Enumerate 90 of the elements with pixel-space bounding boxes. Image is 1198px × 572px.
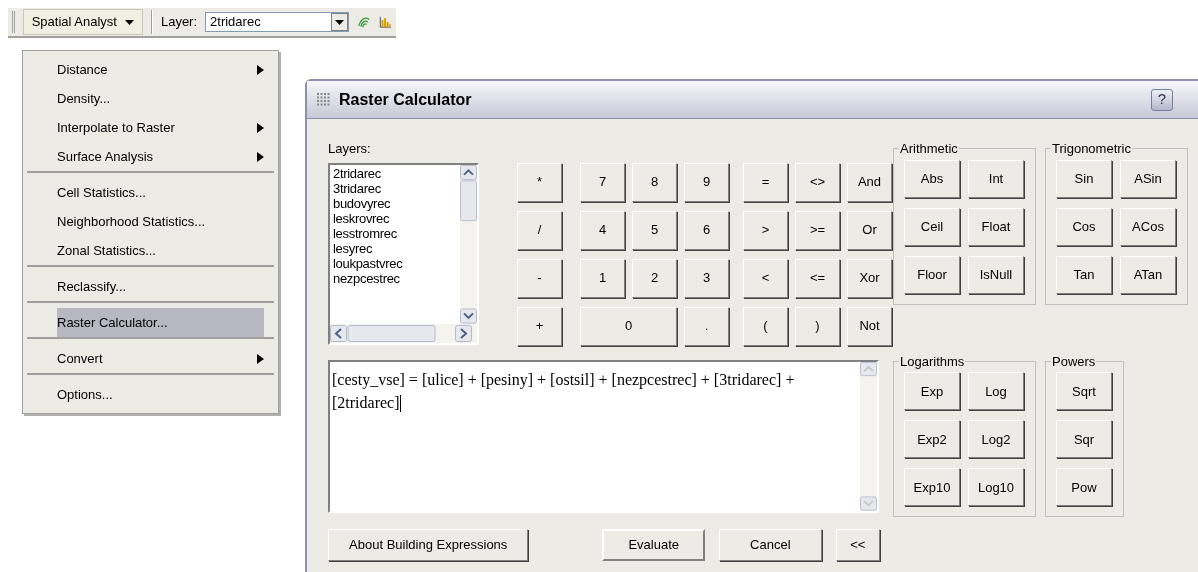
scrollbar[interactable]: [860, 361, 877, 511]
expression-field[interactable]: [cesty_vse] = [ulice] + [pesiny] + [ostsil] + [nezpcestrec] + [3tridarec] + [2tridarec]: [328, 359, 879, 513]
function-button[interactable]: Exp10: [904, 468, 960, 507]
submenu-arrow-icon: [257, 122, 264, 133]
function-button[interactable]: Pow: [1056, 468, 1112, 507]
keypad-button[interactable]: +: [517, 306, 562, 346]
function-button[interactable]: Log10: [968, 468, 1024, 507]
keypad-button[interactable]: 2: [632, 258, 677, 298]
keypad-button[interactable]: >=: [795, 210, 840, 250]
keypad-button[interactable]: <=: [795, 258, 840, 298]
submenu-arrow-icon: [257, 151, 264, 162]
function-button[interactable]: Cos: [1056, 207, 1112, 246]
function-button[interactable]: Sin: [1056, 159, 1112, 198]
keypad-button[interactable]: Xor: [847, 258, 892, 298]
keypad-button[interactable]: 8: [632, 162, 677, 202]
layer-list-item[interactable]: leskrovrec: [333, 210, 460, 226]
menu-item[interactable]: Distance: [27, 55, 274, 84]
layer-list-item[interactable]: 3tridarec: [333, 180, 460, 196]
scrollbar[interactable]: [460, 164, 477, 324]
keypad-button[interactable]: Not: [847, 306, 892, 346]
keypad-button[interactable]: <>: [795, 162, 840, 202]
layers-label: Layers:: [328, 140, 372, 158]
function-button[interactable]: Ceil: [904, 207, 960, 246]
keypad-button[interactable]: (: [743, 306, 788, 346]
submenu-arrow-icon: [257, 353, 264, 364]
layer-list-item[interactable]: nezpcestrec: [333, 270, 460, 286]
function-button[interactable]: Abs: [904, 159, 960, 198]
keypad-button[interactable]: 9: [684, 162, 729, 202]
keypad-button[interactable]: 1: [580, 258, 625, 298]
layer-dropdown[interactable]: 2tridarec: [205, 12, 350, 32]
dialog-button[interactable]: About Building Expressions: [328, 528, 529, 561]
horizontal-scrollbar[interactable]: [330, 323, 477, 343]
menu-item[interactable]: Raster Calculator...: [27, 301, 274, 337]
keypad-button[interactable]: <: [743, 258, 788, 298]
function-button[interactable]: Sqr: [1056, 420, 1112, 459]
help-button[interactable]: ?: [1151, 88, 1173, 111]
layer-label: Layer:: [160, 13, 198, 32]
menu-item[interactable]: Surface Analysis: [27, 142, 274, 171]
menu-item[interactable]: Convert: [27, 337, 274, 373]
keypad-button[interactable]: =: [743, 162, 788, 202]
function-button[interactable]: ATan: [1120, 255, 1176, 294]
keypad-button[interactable]: 7: [580, 162, 625, 202]
keypad-button[interactable]: 3: [684, 258, 729, 298]
keypad-button[interactable]: And: [847, 162, 892, 202]
keypad-button[interactable]: 0: [580, 306, 677, 346]
layer-list-item[interactable]: 2tridarec: [333, 165, 460, 181]
function-button[interactable]: IsNull: [968, 255, 1024, 294]
window-title: Raster Calculator: [339, 89, 473, 110]
function-button[interactable]: Floor: [904, 255, 960, 294]
layer-list-item[interactable]: budovyrec: [333, 195, 460, 211]
menu-item[interactable]: Interpolate to Raster: [27, 113, 274, 142]
menu-item[interactable]: Neighborhood Statistics...: [27, 207, 274, 236]
keypad-button[interactable]: >: [743, 210, 788, 250]
group-title: Trigonometric: [1051, 140, 1132, 158]
menu-item[interactable]: Zonal Statistics...: [27, 236, 274, 265]
grip-icon: [317, 92, 331, 107]
keypad-button[interactable]: .: [684, 306, 729, 346]
function-button[interactable]: Log2: [968, 420, 1024, 459]
keypad-button[interactable]: ): [795, 306, 840, 346]
group-title: Logarithms: [899, 352, 966, 371]
function-button[interactable]: Sqrt: [1056, 372, 1112, 411]
keypad-button[interactable]: 5: [632, 210, 677, 250]
dialog-button[interactable]: Cancel: [719, 528, 822, 561]
menu-item[interactable]: Cell Statistics...: [27, 171, 274, 207]
function-button[interactable]: Exp: [904, 372, 960, 411]
keypad-button[interactable]: Or: [847, 210, 892, 250]
dropdown-arrow-icon: [124, 19, 134, 25]
function-button[interactable]: Log: [968, 372, 1024, 411]
menu-item[interactable]: Options...: [27, 373, 274, 409]
menu-item[interactable]: Density...: [27, 84, 274, 113]
function-button[interactable]: Exp2: [904, 420, 960, 459]
layer-list-item[interactable]: lesstromrec: [333, 225, 460, 241]
group-title: Arithmetic: [899, 140, 959, 158]
dialog-button[interactable]: <<: [835, 528, 880, 561]
function-button[interactable]: Float: [968, 207, 1024, 246]
keypad-button[interactable]: -: [517, 258, 562, 298]
function-button[interactable]: ACos: [1120, 207, 1176, 246]
function-button[interactable]: Tan: [1056, 255, 1112, 294]
spatial-analyst-menu-button[interactable]: Spatial Analyst: [22, 9, 143, 35]
keypad-button[interactable]: 4: [580, 210, 625, 250]
keypad-button[interactable]: 6: [684, 210, 729, 250]
layer-list-item[interactable]: loukpastvrec: [333, 255, 460, 271]
function-button[interactable]: Int: [968, 159, 1024, 198]
layer-list-item[interactable]: lesyrec: [333, 240, 460, 256]
dialog-button[interactable]: Evaluate: [602, 528, 706, 561]
keypad-button[interactable]: *: [517, 162, 562, 202]
group-title: Powers: [1051, 352, 1097, 371]
function-button[interactable]: ASin: [1120, 159, 1176, 198]
keypad-button[interactable]: /: [517, 210, 562, 250]
submenu-arrow-icon: [257, 64, 264, 75]
